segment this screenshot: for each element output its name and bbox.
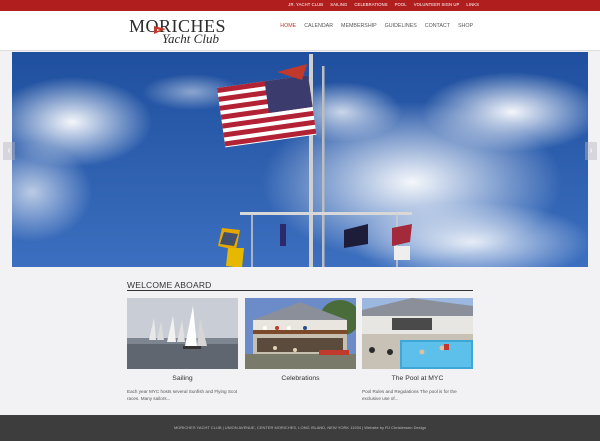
nav-membership[interactable]: MEMBERSHIP	[341, 23, 377, 29]
card-sailing-caption[interactable]: Sailing	[127, 375, 238, 382]
card-celebrations-caption[interactable]: Celebrations	[245, 375, 356, 382]
site-header: MORICHES Yacht Club HOME CALENDAR MEMBER…	[0, 11, 600, 51]
top-link-pool[interactable]: POOL	[395, 2, 407, 7]
slider-prev-button[interactable]: ‹	[3, 142, 15, 160]
sailing-image[interactable]	[127, 298, 238, 369]
top-link-jr-yacht-club[interactable]: JR. YACHT CLUB	[288, 2, 323, 7]
top-link-volunteer[interactable]: VOLUNTEER SIGN UP	[414, 2, 460, 7]
card-pool-text: Pool Rules and Regulations The pool is f…	[362, 389, 457, 401]
pool-image[interactable]	[362, 298, 473, 369]
top-link-celebrations[interactable]: CELEBRATIONS	[354, 2, 387, 7]
card-celebrations: Celebrations	[245, 298, 356, 388]
welcome-divider	[127, 290, 473, 291]
top-link-sailing[interactable]: SAILING	[330, 2, 347, 7]
nav-shop[interactable]: SHOP	[458, 23, 473, 29]
welcome-heading: WELCOME ABOARD	[127, 280, 212, 290]
nav-guidelines[interactable]: GUIDELINES	[385, 23, 417, 29]
top-link-links[interactable]: LINKS	[466, 2, 479, 7]
celebrations-image[interactable]	[245, 298, 356, 369]
card-sailing: Sailing Each year MYC hosts several Sunf…	[127, 298, 238, 402]
card-sailing-text: Each year MYC hosts several Sunfish and …	[127, 389, 238, 401]
nav-contact[interactable]: CONTACT	[425, 23, 450, 29]
top-links: JR. YACHT CLUB SAILING CELEBRATIONS POOL…	[288, 2, 479, 7]
slider-next-button[interactable]: ›	[585, 142, 597, 160]
main-nav: HOME CALENDAR MEMBERSHIP GUIDELINES CONT…	[280, 23, 473, 29]
hero-slider-image	[12, 52, 588, 267]
footer-text: MORICHES YACHT CLUB | UNION AVENUE, CENT…	[173, 425, 427, 430]
logo-sub-text: Yacht Club	[162, 31, 219, 46]
nav-calendar[interactable]: CALENDAR	[304, 23, 333, 29]
site-logo[interactable]: MORICHES Yacht Club	[129, 17, 229, 49]
card-pool-caption[interactable]: The Pool at MYC	[362, 375, 473, 382]
card-pool: The Pool at MYC Pool Rules and Regulatio…	[362, 298, 473, 402]
nav-home[interactable]: HOME	[280, 23, 296, 29]
top-bar: JR. YACHT CLUB SAILING CELEBRATIONS POOL…	[0, 0, 600, 11]
site-footer: MORICHES YACHT CLUB | UNION AVENUE, CENT…	[0, 415, 600, 441]
